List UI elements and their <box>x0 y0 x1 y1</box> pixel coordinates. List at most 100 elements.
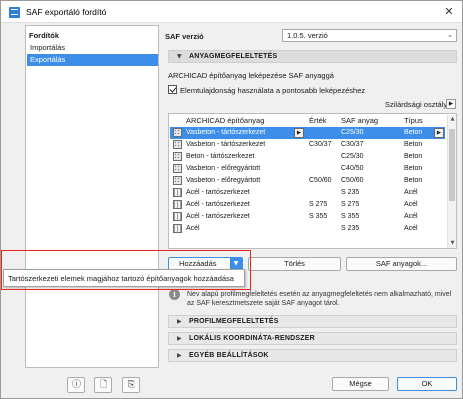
row-type: Acél <box>404 225 418 232</box>
new-document-icon: 🗋 <box>99 380 108 390</box>
material-table: ARCHICAD építőanyag Érték SAF anyag Típu… <box>168 113 457 249</box>
triangle-down-icon: ▼ <box>177 53 182 60</box>
scrollbar-thumb[interactable] <box>449 129 455 201</box>
material-description: ARCHICAD építőanyag leképezése SAF anyag… <box>168 71 334 80</box>
sidebar-item-import[interactable]: Importálás <box>27 42 158 54</box>
row-type: Beton <box>404 177 423 184</box>
translator-list: Fordítók Importálás Exportálás <box>25 25 159 368</box>
app-icon <box>9 7 20 18</box>
section-material-mapping[interactable]: ▼ ANYAGMEGFELELTETÉS <box>168 50 457 63</box>
close-icon[interactable]: ✕ <box>441 5 457 19</box>
table-row[interactable]: Vasbeton - tártószerkezet C30/37 C30/37 … <box>170 139 445 151</box>
info-circle-icon: ⓘ <box>72 380 82 390</box>
triangle-right-icon: ▶ <box>177 335 182 342</box>
new-translator-button[interactable]: 🗋 <box>94 377 112 393</box>
export-document-icon: ⎘ <box>127 380 136 390</box>
table-row[interactable]: Vasbeton - előregyártott C50/60 C50/60 B… <box>170 175 445 187</box>
chevron-down-icon: ⌄ <box>447 31 453 39</box>
column-header-saf: SAF anyag <box>341 116 379 125</box>
cancel-button[interactable]: Mégse <box>332 377 389 391</box>
row-value: C30/37 <box>309 141 332 148</box>
row-material: Vasbeton - előregyártott <box>186 177 261 184</box>
column-header-material: ARCHICAD építőanyag <box>186 116 265 125</box>
table-row[interactable]: Acél S 235 Acél <box>170 223 445 235</box>
section-local-coordinates-label: LOKÁLIS KOORDINÁTA-RENDSZER <box>189 335 315 342</box>
column-header-type: Típus <box>404 116 423 125</box>
table-row[interactable]: Beton - tártószerkezet C25/30 Beton <box>170 151 445 163</box>
steel-swatch-icon <box>173 212 182 221</box>
row-saf: S 275 <box>341 201 360 208</box>
triangle-right-icon: ▶ <box>448 101 454 107</box>
material-picker-arrow-icon[interactable]: ▶ <box>294 128 304 138</box>
row-type: Beton <box>404 129 423 136</box>
table-scrollbar[interactable]: ▲ ▼ <box>447 115 456 248</box>
section-profile-mapping-label: PROFILMEGFELELTETÉS <box>189 318 279 325</box>
info-button[interactable]: ⓘ <box>67 377 85 393</box>
window-title: SAF exportáló fordító <box>26 7 107 17</box>
ok-button[interactable]: OK <box>397 377 457 391</box>
concrete-swatch-icon <box>173 164 182 173</box>
row-value: S 355 <box>309 213 328 220</box>
row-value: S 275 <box>309 201 328 208</box>
use-property-label: Elemtulajdonság használata a pontosabb l… <box>180 86 366 95</box>
steel-swatch-icon <box>173 224 182 233</box>
row-value: C50/60 <box>309 177 332 184</box>
row-type: Beton <box>404 165 423 172</box>
section-profile-mapping[interactable]: ▶ PROFILMEGFELELTETÉS <box>168 315 457 328</box>
delete-button[interactable]: Törlés <box>248 257 341 271</box>
section-other-settings-label: EGYÉB BEÁLLÍTÁSOK <box>189 352 269 359</box>
translator-list-heading: Fordítók <box>29 31 59 40</box>
row-type: Acél <box>404 213 418 220</box>
steel-swatch-icon <box>173 188 182 197</box>
info-icon: i <box>169 289 180 300</box>
row-type: Beton <box>404 153 423 160</box>
section-other-settings[interactable]: ▶ EGYÉB BEÁLLÍTÁSOK <box>168 349 457 362</box>
row-saf: S 235 <box>341 225 360 232</box>
row-material: Vasbeton - előregyártott <box>186 165 261 172</box>
row-saf: C25/30 <box>341 129 364 136</box>
scroll-down-icon[interactable]: ▼ <box>448 239 456 248</box>
sidebar-item-export[interactable]: Exportálás <box>27 54 158 66</box>
row-material: Acél - tartószerkezet <box>186 201 250 208</box>
row-saf: C25/30 <box>341 153 364 160</box>
row-material: Acél - tartószerkezet <box>186 189 250 196</box>
section-local-coordinates[interactable]: ▶ LOKÁLIS KOORDINÁTA-RENDSZER <box>168 332 457 345</box>
saf-version-label: SAF verzió <box>165 32 204 41</box>
add-core-materials-menu-item[interactable]: Tartószerkezeti elemek magjához tartozó … <box>8 274 234 283</box>
saf-version-select[interactable]: 1.0.5. verzió ⌄ <box>282 29 457 42</box>
scroll-up-icon[interactable]: ▲ <box>448 115 456 124</box>
row-saf: S 355 <box>341 213 360 220</box>
row-saf: S 235 <box>341 189 360 196</box>
saf-picker-arrow-icon[interactable]: ▶ <box>434 128 444 138</box>
row-material: Vasbeton - tártószerkezet <box>186 141 266 148</box>
row-type: Beton <box>404 141 423 148</box>
saf-materials-button[interactable]: SAF anyagok... <box>346 257 457 271</box>
table-row[interactable]: Acél - tartószerkezet S 275 S 275 Acél <box>170 199 445 211</box>
translator-window: SAF exportáló fordító ✕ Fordítók Importá… <box>0 0 463 399</box>
row-saf: C50/60 <box>341 177 364 184</box>
table-row[interactable]: Vasbeton - előregyártott C40/50 Beton <box>170 163 445 175</box>
column-header-value: Érték <box>309 116 327 125</box>
saf-version-value: 1.0.5. verzió <box>287 31 328 40</box>
export-translator-button[interactable]: ⎘ <box>122 377 140 393</box>
concrete-swatch-icon <box>173 140 182 149</box>
strength-class-label: Szilárdsági osztály <box>385 100 448 109</box>
row-saf: C30/37 <box>341 141 364 148</box>
row-material: Acél - tartószerkezet <box>186 213 250 220</box>
row-type: Acél <box>404 201 418 208</box>
strength-class-button[interactable]: ▶ <box>446 99 456 109</box>
title-bar: SAF exportáló fordító ✕ <box>1 1 462 23</box>
row-material: Beton - tártószerkezet <box>186 153 255 160</box>
table-row[interactable]: Vasbeton - tártószerkezet ▶ C25/30 Beton… <box>170 127 445 139</box>
info-text: Nev alapú profilmegfeleltetés esetén az … <box>187 291 452 307</box>
row-material: Acél <box>186 225 200 232</box>
table-row[interactable]: Acél - tartószerkezet S 235 Acél <box>170 187 445 199</box>
row-saf: C40/50 <box>341 165 364 172</box>
concrete-swatch-icon <box>173 128 182 137</box>
triangle-right-icon: ▶ <box>177 352 182 359</box>
triangle-right-icon: ▶ <box>177 318 182 325</box>
row-material: Vasbeton - tártószerkezet <box>186 129 266 136</box>
use-property-checkbox[interactable] <box>168 85 177 94</box>
table-row[interactable]: Acél - tartószerkezet S 355 S 355 Acél <box>170 211 445 223</box>
steel-swatch-icon <box>173 200 182 209</box>
